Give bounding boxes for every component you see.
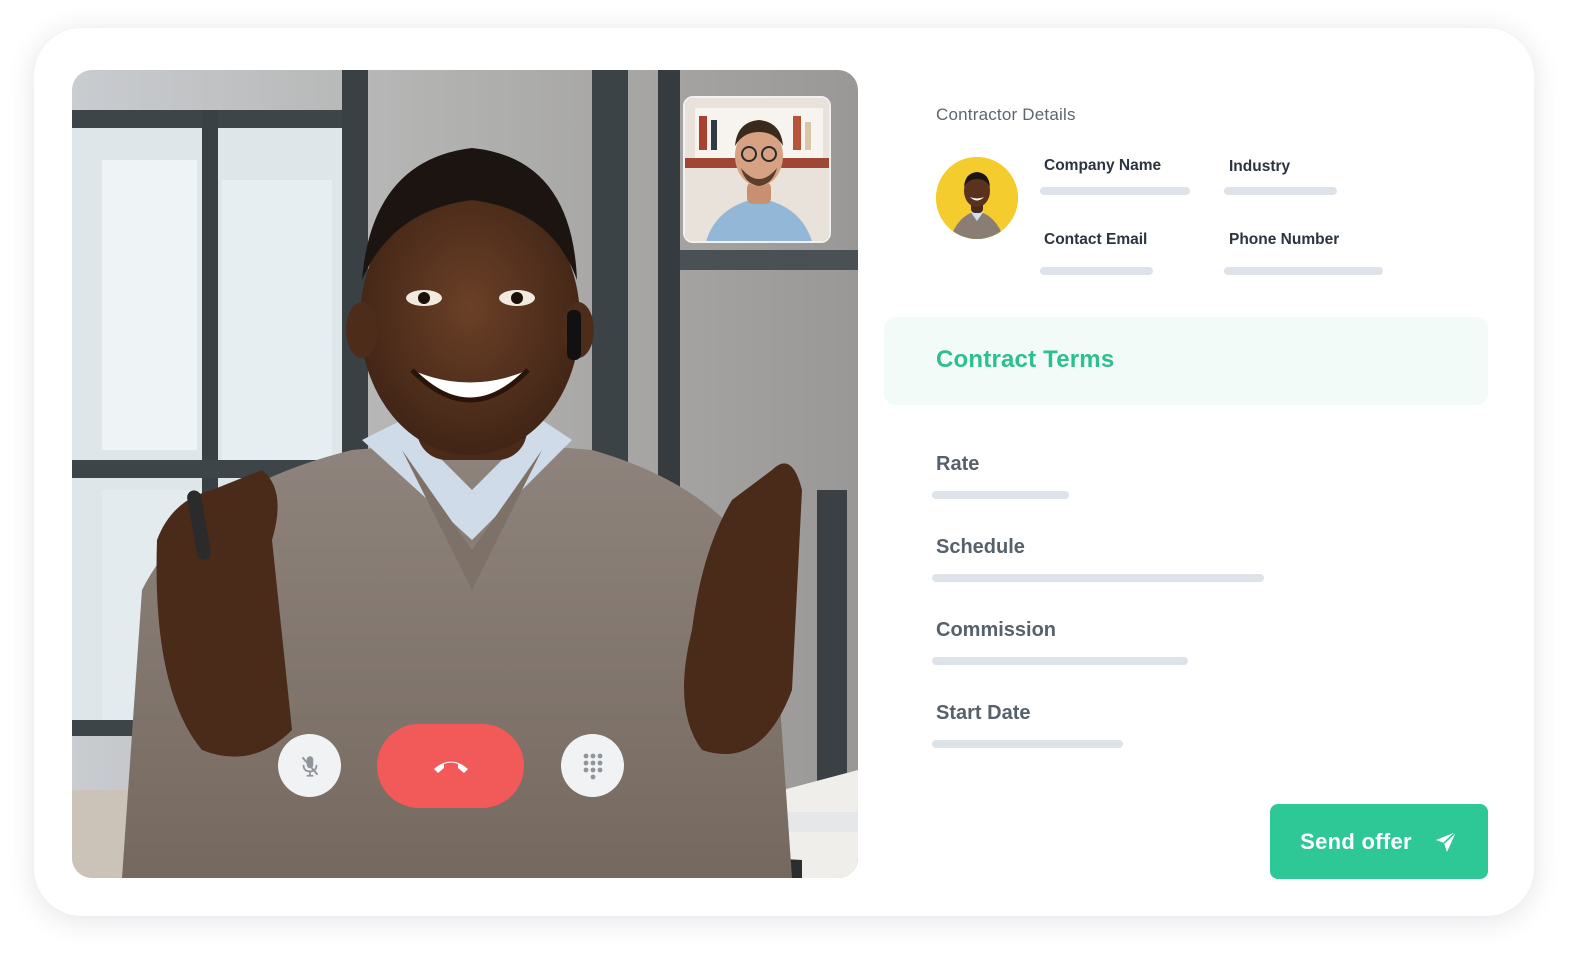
company-name-value-placeholder xyxy=(1040,187,1190,195)
send-icon xyxy=(1435,830,1457,852)
self-view-video xyxy=(683,96,831,243)
contact-email-value-placeholder xyxy=(1040,267,1153,275)
mute-button[interactable] xyxy=(278,734,341,797)
start-date-label: Start Date xyxy=(936,702,1031,724)
send-offer-label: Send offer xyxy=(1300,828,1412,854)
commission-value-placeholder xyxy=(932,657,1188,665)
rate-value-placeholder xyxy=(932,491,1069,499)
phone-number-label: Phone Number xyxy=(1229,231,1340,248)
contact-email-label: Contact Email xyxy=(1044,231,1148,248)
dialpad-icon xyxy=(583,753,602,779)
dialpad-button[interactable] xyxy=(561,734,624,797)
start-date-value-placeholder xyxy=(932,740,1123,748)
contract-terms-title: Contract Terms xyxy=(936,346,1115,373)
schedule-label: Schedule xyxy=(936,536,1025,558)
industry-label: Industry xyxy=(1229,158,1291,175)
phone-hangup-icon xyxy=(433,761,468,773)
rate-label: Rate xyxy=(936,453,980,475)
mic-off-icon xyxy=(301,755,318,777)
commission-label: Commission xyxy=(936,619,1057,641)
company-name-label: Company Name xyxy=(1044,157,1162,174)
contractor-details-title: Contractor Details xyxy=(936,105,1076,124)
phone-number-value-placeholder xyxy=(1224,267,1383,275)
schedule-value-placeholder xyxy=(932,574,1264,582)
industry-value-placeholder xyxy=(1224,187,1337,195)
end-call-button[interactable] xyxy=(377,724,524,808)
contractor-avatar xyxy=(936,157,1018,239)
send-offer-button[interactable]: Send offer xyxy=(1270,804,1488,879)
